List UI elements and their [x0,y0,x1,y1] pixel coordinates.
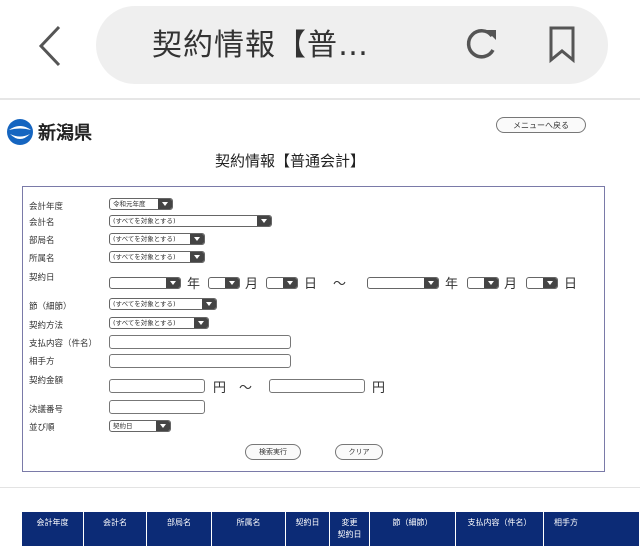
chevron-down-icon [190,252,204,262]
menu-back-button[interactable]: メニューへ戻る [496,117,586,133]
column-header[interactable]: 支払内容（件名） [456,512,544,546]
month-unit: 月 [245,277,259,292]
payment-detail-label: 支払内容（件名） [29,339,98,349]
chevron-down-icon [283,278,297,288]
account-name-value: (すべてを対象とする) [113,217,176,225]
chevron-down-icon [484,278,498,288]
page-title: 契約情報【普通会計】 [214,152,365,170]
sort-order-label: 並び順 [29,423,55,433]
section-label: 所属名 [29,254,55,264]
bookmark-icon [549,26,575,64]
month-unit: 月 [504,277,518,292]
chevron-down-icon [190,234,204,244]
resolution-no-input[interactable] [109,400,205,414]
chevron-left-icon [38,25,61,67]
sort-order-select[interactable]: 契約日 [109,420,171,432]
contract-method-select[interactable]: (すべてを対象とする) [109,317,209,329]
counterparty-label: 相手方 [29,357,55,367]
chevron-down-icon [543,278,557,288]
search-form: 会計年度 令和元年度 会計名 (すべてを対象とする) 部局名 (すべてを対象とす… [22,186,605,472]
account-name-select[interactable]: (すべてを対象とする) [109,215,272,227]
budget-item-label: 節（細節） [29,302,72,312]
year-unit: 年 [445,277,459,292]
chevron-down-icon [158,199,172,209]
column-header[interactable]: 契約日 [286,512,330,546]
chevron-down-icon [166,278,180,288]
account-name-label: 会計名 [29,218,55,228]
range-tilde: ～ [333,277,347,292]
column-header[interactable]: 会計名 [84,512,147,546]
back-button[interactable] [22,18,78,74]
contract-amount-from-input[interactable] [109,379,205,393]
department-value: (すべてを対象とする) [113,235,176,243]
reload-button[interactable] [462,24,502,64]
contract-date-to-day-select[interactable] [526,277,558,289]
contract-method-label: 契約方法 [29,321,64,331]
payment-detail-input[interactable] [109,335,291,349]
search-button[interactable]: 検索実行 [245,444,301,460]
section-value: (すべてを対象とする) [113,253,176,261]
contract-amount-label: 契約金額 [29,376,64,386]
toolbar-divider [0,98,640,100]
fiscal-year-select[interactable]: 令和元年度 [109,198,173,210]
chevron-down-icon [424,278,438,288]
department-select[interactable]: (すべてを対象とする) [109,233,205,245]
department-label: 部局名 [29,236,55,246]
chevron-down-icon [156,421,170,431]
column-header[interactable]: 節（細節） [370,512,456,546]
chevron-down-icon [194,318,208,328]
range-tilde: ～ [239,381,253,396]
fiscal-year-label: 会計年度 [29,202,64,212]
day-unit: 日 [564,277,578,292]
bookmark-button[interactable] [542,24,582,64]
contract-date-from-month-select[interactable] [208,277,240,289]
niigata-logo-icon [7,119,33,145]
budget-item-select[interactable]: (すべてを対象とする) [109,298,217,310]
yen-unit: 円 [372,381,386,396]
contract-date-to-year-select[interactable] [367,277,439,289]
browser-toolbar: 契約情報【普… [0,0,640,94]
resolution-no-label: 決議番号 [29,405,64,415]
budget-item-value: (すべてを対象とする) [113,300,176,308]
contract-date-label: 契約日 [29,273,55,283]
contract-date-from-day-select[interactable] [266,277,298,289]
results-table-header: 会計年度 会計名 部局名 所属名 契約日 変更 契約日 節（細節） 支払内容（件… [22,512,640,546]
contract-method-value: (すべてを対象とする) [113,319,176,327]
prefecture-logo[interactable]: 新潟県 [6,118,92,146]
clear-button[interactable]: クリア [335,444,383,460]
column-header[interactable]: 所属名 [212,512,286,546]
sort-order-value: 契約日 [113,422,133,430]
year-unit: 年 [187,277,201,292]
section-divider [0,487,640,488]
fiscal-year-value: 令和元年度 [113,200,146,208]
day-unit: 日 [304,277,318,292]
section-select[interactable]: (すべてを対象とする) [109,251,205,263]
chevron-down-icon [257,216,271,226]
reload-icon [466,29,496,59]
contract-date-from-year-select[interactable] [109,277,181,289]
contract-date-to-month-select[interactable] [467,277,499,289]
counterparty-input[interactable] [109,354,291,368]
column-header[interactable]: 相手方 [544,512,640,546]
contract-amount-to-input[interactable] [269,379,365,393]
chevron-down-icon [225,278,239,288]
column-header[interactable]: 変更 契約日 [330,512,370,546]
column-header[interactable]: 部局名 [147,512,212,546]
page-tab-title: 契約情報【普… [152,28,369,63]
column-header[interactable]: 会計年度 [22,512,84,546]
chevron-down-icon [202,299,216,309]
logo-text: 新潟県 [38,123,92,144]
yen-unit: 円 [213,381,227,396]
